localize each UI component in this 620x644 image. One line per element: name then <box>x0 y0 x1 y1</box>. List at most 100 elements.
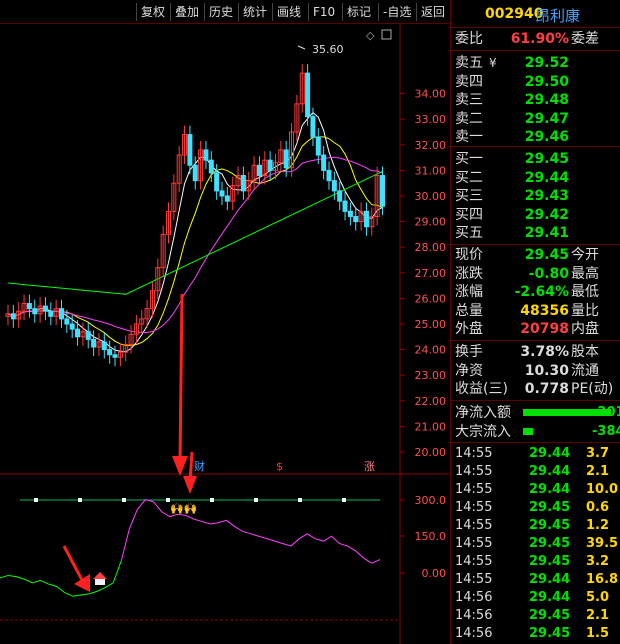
weibi-value: 61.90% <box>510 31 569 47</box>
stat2-row: 换手 3.78% 股本 <box>451 343 620 361</box>
toolbar-remove-watchlist[interactable]: -自选 <box>378 3 415 21</box>
candle-body <box>240 175 246 192</box>
candle-body <box>305 72 311 118</box>
threshold-dot <box>34 498 38 502</box>
divider <box>451 244 620 245</box>
bid-price: 29.43 <box>524 188 569 204</box>
stat-value: 29.45 <box>524 247 569 263</box>
candle-body <box>42 305 48 312</box>
candle-body <box>214 172 220 192</box>
stat-label-2: 量比 <box>571 302 599 319</box>
candle-body <box>208 159 214 174</box>
candle-body <box>337 190 343 202</box>
tick-volume: 1.2 <box>586 518 610 533</box>
limit-up-marker[interactable]: 涨 <box>364 460 375 473</box>
ask-price: 29.52 <box>524 55 569 71</box>
ask-label: 卖一 <box>455 129 483 145</box>
stat2-label-2: 流通 <box>571 362 599 379</box>
tick-time: 14:55 <box>455 572 493 587</box>
tick-row: 14:56 29.45 2.1 <box>451 607 620 625</box>
tick-time: 14:55 <box>455 464 493 479</box>
candle-body <box>187 134 193 166</box>
tick-price: 29.44 <box>529 464 571 479</box>
stat2-label: 换手 <box>455 344 483 360</box>
stat-row: 外盘 20798 内盘 <box>451 320 620 338</box>
price-axis-label: 23.00 <box>415 369 447 382</box>
flow-row: 净流入额 -201 <box>451 404 620 422</box>
bid-label: 买三 <box>455 188 483 204</box>
high-pointer <box>297 45 306 50</box>
candle-body <box>203 149 209 161</box>
price-axis-label: 34.00 <box>415 88 447 101</box>
toolbar-back[interactable]: 返回 <box>416 3 449 21</box>
toolbar-draw-line[interactable]: 画线 <box>272 3 305 21</box>
stat-label-2: 最高 <box>571 265 599 282</box>
stat-row: 总量 48356 量比 <box>451 302 620 320</box>
weicha-label: 委差 <box>571 31 599 47</box>
bid-label: 买四 <box>455 206 483 223</box>
candle-body <box>224 195 230 202</box>
tick-price: 29.45 <box>529 518 571 533</box>
toolbar-overlay[interactable]: 叠加 <box>170 3 203 21</box>
candle-body <box>91 338 97 348</box>
tick-price: 29.45 <box>529 626 571 641</box>
ask-price: 29.50 <box>524 73 569 90</box>
tick-volume: 3.7 <box>586 446 610 461</box>
kline-chart[interactable]: 34.00 33.00 32.00 31.00 30.00 29.00 28.00 27.00… <box>0 24 450 644</box>
tick-time: 14:56 <box>455 626 493 641</box>
toolbar-restore-rights[interactable]: 复权 <box>136 3 169 21</box>
stat2-label: 收益(三) <box>455 381 508 397</box>
high-price-label: 35.60 <box>312 43 344 56</box>
tick-row: 14:55 29.45 3.2 <box>451 553 620 571</box>
candle-body <box>26 303 32 310</box>
candle-body <box>219 190 225 197</box>
stat2-label-2: PE(动) <box>571 381 614 397</box>
tick-row: 14:55 29.44 16.8 <box>451 571 620 589</box>
weibi-row: 委比 61.90% 委差 <box>451 30 620 48</box>
price-axis-label: 22.00 <box>415 395 447 408</box>
stat-value: 20798 <box>520 321 569 337</box>
window-icon[interactable] <box>381 29 392 40</box>
tick-volume: 5.0 <box>586 590 610 605</box>
stat2-label: 净资 <box>455 362 483 379</box>
candle-body <box>380 175 385 207</box>
price-axis-label: 27.00 <box>415 267 447 280</box>
candle-body <box>256 164 262 177</box>
quote-header: 002940 昂利康 <box>451 0 620 28</box>
price-axis-label: 20.00 <box>415 446 447 459</box>
tick-price: 29.44 <box>529 446 571 461</box>
stat-label-2: 今开 <box>571 247 599 263</box>
kline-chart-svg[interactable]: 34.00 33.00 32.00 31.00 30.00 29.00 28.00 27.00… <box>0 24 450 644</box>
tick-time: 14:55 <box>455 482 493 497</box>
ask-row: 卖三 29.48 <box>451 91 620 109</box>
price-axis-label: 33.00 <box>415 113 447 126</box>
tick-price: 29.45 <box>529 554 571 569</box>
price-axis-label: 31.00 <box>415 164 447 177</box>
tick-price: 29.44 <box>529 572 571 587</box>
tick-time: 14:55 <box>455 536 493 551</box>
diamond-icon[interactable]: ◇ <box>366 29 375 42</box>
bid-price: 29.41 <box>524 225 569 241</box>
dollar-marker[interactable]: $ <box>276 460 283 473</box>
ask-price: 29.48 <box>524 92 569 108</box>
toolbar-history[interactable]: 历史 <box>204 3 237 21</box>
toolbar-f10[interactable]: F10 <box>308 3 339 21</box>
stock-name[interactable]: 昂利康 <box>535 5 580 26</box>
tick-time: 14:56 <box>455 608 493 623</box>
price-axis-label: 21.00 <box>415 420 447 433</box>
candle-body <box>315 136 321 156</box>
toolbar-mark[interactable]: 标记 <box>342 3 375 21</box>
earnings-marker[interactable]: 财 <box>194 459 205 473</box>
stat2-row: 净资 10.30 流通 <box>451 362 620 380</box>
ask-price: 29.46 <box>524 129 569 145</box>
tick-price: 29.44 <box>529 590 571 605</box>
bid-row: 买三 29.43 <box>451 187 620 205</box>
bid-label: 买五 <box>455 225 483 241</box>
tick-volume: 16.8 <box>586 572 619 587</box>
ask-row: 卖二 29.47 <box>451 110 620 128</box>
price-axis-label: 24.00 <box>415 344 447 357</box>
candle-body <box>112 354 118 358</box>
price-axis-label: 25.00 <box>415 318 447 331</box>
flow-value: -201 <box>592 405 620 420</box>
toolbar-statistics[interactable]: 统计 <box>238 3 271 21</box>
